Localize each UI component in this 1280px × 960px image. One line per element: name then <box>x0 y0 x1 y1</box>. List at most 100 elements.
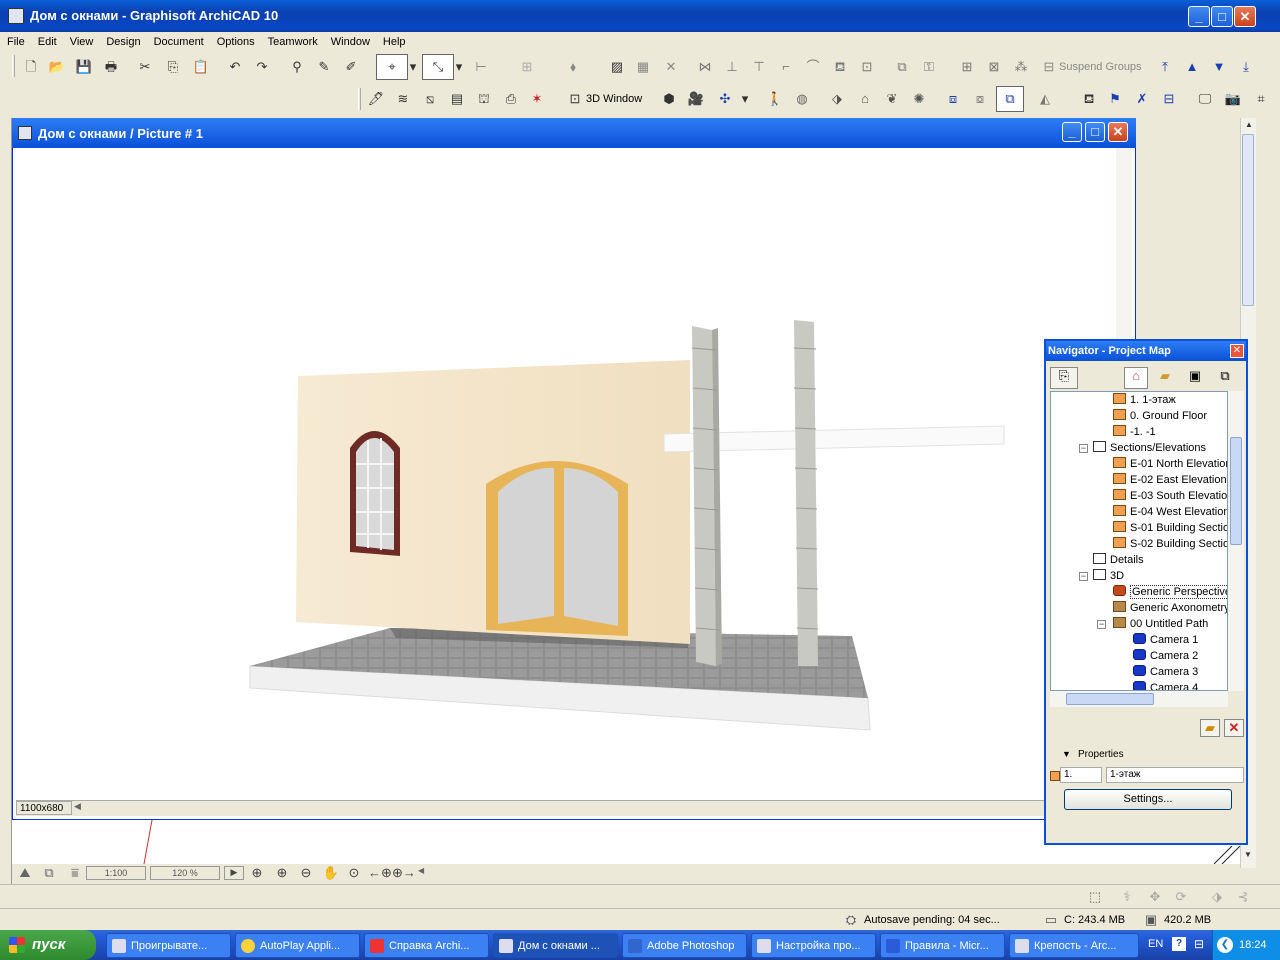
chevron-down-icon[interactable]: ▾ <box>454 58 464 76</box>
zoom-dropdown-icon[interactable]: ▶ <box>224 866 244 880</box>
bring-to-front-icon[interactable]: ⤒ <box>1156 58 1174 76</box>
arrow-selection-icon[interactable]: ⌖ <box>376 54 408 80</box>
navigator-toggle-icon[interactable]: ⛰ <box>16 864 34 882</box>
picture-horizontal-scrollbar[interactable] <box>16 800 1132 816</box>
scroll-up-arrow-icon[interactable]: ▲ <box>1243 120 1255 132</box>
bucket-dropdown-icon[interactable]: ⛾ <box>1080 90 1098 108</box>
chevron-down-icon[interactable]: ▾ <box>740 90 750 108</box>
menu-window[interactable]: Window <box>324 32 376 50</box>
walk-icon[interactable]: 🚶 <box>766 90 784 108</box>
tree-hscroll-thumb[interactable] <box>1066 693 1154 705</box>
archicad-app-icon[interactable] <box>8 8 24 24</box>
lock-icon[interactable]: ⚿ <box>920 58 938 76</box>
zoom-in-icon[interactable]: ⊕ <box>273 864 291 882</box>
orbit-icon[interactable]: ◍ <box>793 90 811 108</box>
fit-window-icon[interactable]: ⊙ <box>345 864 363 882</box>
taskbar-item-archicad-2[interactable]: Крепость - Arc... <box>1009 933 1139 958</box>
suspend-groups-icon[interactable]: ⊟ <box>1040 58 1058 76</box>
pen-icon[interactable]: 🖊 <box>367 90 385 108</box>
open-folder-icon[interactable]: 📂 <box>48 58 66 76</box>
picture-minimize-button[interactable]: _ <box>1062 122 1082 142</box>
rendered-3d-view[interactable] <box>16 148 1116 800</box>
copy-icon[interactable]: ⎘ <box>164 58 182 76</box>
hatch-icon[interactable]: ▨ <box>608 58 626 76</box>
ungroup-icon[interactable]: ⊞ <box>958 58 976 76</box>
taskbar-item-media-player[interactable]: Проигрывате... <box>106 933 231 958</box>
tree-item-storey[interactable]: 0. Ground Floor <box>1113 408 1207 424</box>
layers-icon[interactable]: ▦ <box>634 58 652 76</box>
photo-camera-icon[interactable]: 📷 <box>1224 90 1242 108</box>
axis-icon[interactable]: ✣ <box>716 90 734 108</box>
network-icon[interactable]: ⊟ <box>1194 937 1204 951</box>
stack-icon[interactable]: ⩸ <box>66 864 84 882</box>
tree-item-camera[interactable]: Camera 1 <box>1133 632 1198 648</box>
menu-edit[interactable]: Edit <box>31 32 63 50</box>
tree-item-storey[interactable]: -1. -1 <box>1113 424 1156 440</box>
property-name-field[interactable]: 1-этаж <box>1106 767 1244 783</box>
layout-icon[interactable]: ⊟ <box>1160 90 1178 108</box>
paste-icon[interactable]: 📋 <box>192 58 210 76</box>
view-3d-icon[interactable]: ⬚ <box>1086 888 1104 906</box>
inject-icon[interactable]: ✐ <box>342 58 360 76</box>
tree-item-3d[interactable]: 3D <box>1093 568 1124 584</box>
send-to-back-icon[interactable]: ⤓ <box>1237 58 1255 76</box>
fly-icon[interactable]: ⬗ <box>828 90 846 108</box>
language-indicator[interactable]: EN <box>1148 938 1163 950</box>
tree-item-camera[interactable]: Camera 3 <box>1133 664 1198 680</box>
run-script-icon[interactable]: ✶ <box>528 90 546 108</box>
tree-item-generic-perspective[interactable]: Generic Perspective <box>1113 584 1227 600</box>
tool-x-icon[interactable]: ✗ <box>1133 90 1151 108</box>
picture-close-button[interactable]: ✕ <box>1108 122 1128 142</box>
trace-icon[interactable]: ⬧ <box>564 58 582 76</box>
maximize-button[interactable]: □ <box>1211 6 1233 27</box>
close-button[interactable]: ✕ <box>1234 6 1256 27</box>
offset-icon[interactable]: ⌒ <box>804 58 822 76</box>
save-icon[interactable]: 💾 <box>75 58 93 76</box>
terrain-icon[interactable]: ◭ <box>1036 90 1054 108</box>
menu-file[interactable]: File <box>0 32 31 50</box>
paint-brush-icon[interactable]: ⛫ <box>475 90 493 108</box>
camera-icon[interactable]: 🎥 <box>687 90 705 108</box>
bucket-icon[interactable]: ⛾ <box>831 58 849 76</box>
tag-icon[interactable]: ⚑ <box>1106 90 1124 108</box>
walk-mode-icon[interactable]: ⚕ <box>1118 888 1136 906</box>
send-backward-icon[interactable]: ▼ <box>1210 58 1228 76</box>
taskbar-item-word[interactable]: Правила - Micr... <box>880 933 1005 958</box>
menu-view[interactable]: View <box>63 32 100 50</box>
print-icon[interactable]: 🖶 <box>102 58 120 76</box>
view-map-icon[interactable]: ▰ <box>1154 367 1176 389</box>
taskbar-item-settings[interactable]: Настройка про... <box>751 933 876 958</box>
3d-window-icon[interactable]: ⊡ <box>566 90 584 108</box>
menu-design[interactable]: Design <box>99 32 146 50</box>
move-mode-icon[interactable]: ✥ <box>1146 888 1164 906</box>
grid-snap-icon[interactable]: ⊞ <box>518 58 536 76</box>
intersect-icon[interactable]: ⊤ <box>750 58 768 76</box>
taskbar-item-archicad-help[interactable]: Справка Archi... <box>364 933 489 958</box>
split-icon[interactable]: ⋈ <box>696 58 714 76</box>
monitor-icon[interactable]: 🖵 <box>1196 90 1214 108</box>
shaded-view-icon[interactable]: ⧉ <box>996 86 1024 112</box>
taskbar-item-autoplay[interactable]: AutoPlay Appli... <box>235 933 360 958</box>
chevron-down-icon[interactable]: ▾ <box>408 58 418 76</box>
property-id-field[interactable]: 1. <box>1060 767 1102 783</box>
tree-item-elevation[interactable]: E-01 North Elevation <box>1113 456 1227 472</box>
house-icon[interactable]: ⌂ <box>856 90 874 108</box>
scroll-left-arrow-icon[interactable]: ◀ <box>418 866 430 880</box>
picture-maximize-button[interactable]: □ <box>1085 122 1105 142</box>
previous-zoom-icon[interactable]: ←⊕ <box>368 864 392 882</box>
new-folder-icon[interactable]: ▰ <box>1200 719 1220 737</box>
menu-document[interactable]: Document <box>147 32 210 50</box>
redo-icon[interactable]: ↷ <box>253 58 271 76</box>
undo-icon[interactable]: ↶ <box>226 58 244 76</box>
start-button[interactable]: пуск <box>0 930 96 960</box>
auto-group-icon[interactable]: ⁂ <box>1012 58 1030 76</box>
layout-book-icon[interactable]: ▣ <box>1184 367 1206 389</box>
cube-icon[interactable]: ⬢ <box>660 90 678 108</box>
publisher-icon[interactable]: ⧉ <box>1214 367 1236 389</box>
tree-icon[interactable]: ❦ <box>883 90 901 108</box>
tree-item-path[interactable]: 00 Untitled Path <box>1113 616 1208 632</box>
project-map-icon[interactable]: ⌂ <box>1124 367 1148 389</box>
main-scrollbar-thumb[interactable] <box>1242 134 1254 306</box>
tree-item-details[interactable]: Details <box>1093 552 1144 568</box>
tree-item-elevation[interactable]: E-03 South Elevation <box>1113 488 1227 504</box>
